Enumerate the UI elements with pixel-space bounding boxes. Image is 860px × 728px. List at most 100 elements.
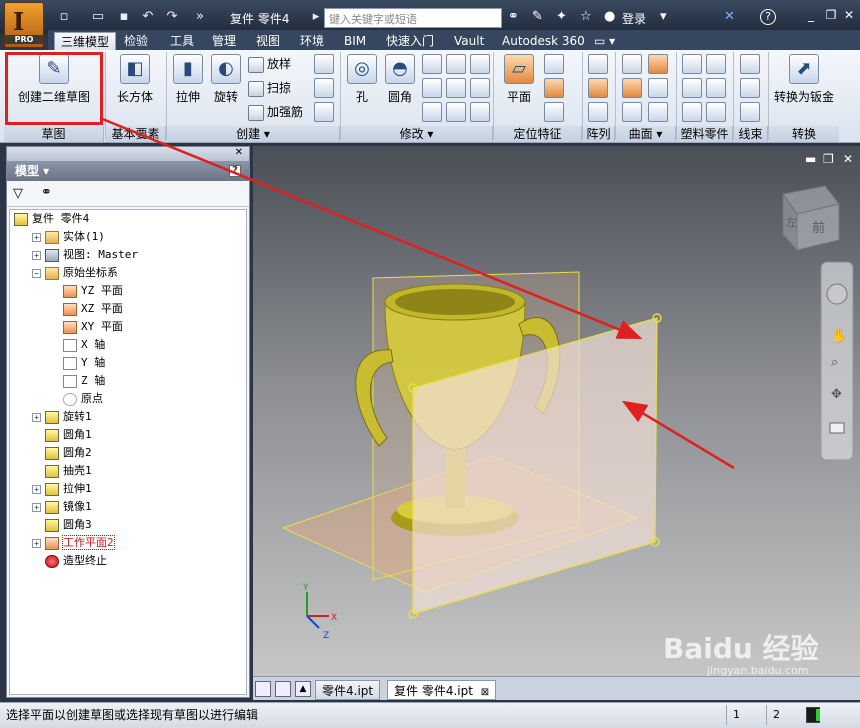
more-tools-icon[interactable]: » bbox=[192, 9, 208, 25]
steering-wheel-icon[interactable] bbox=[826, 283, 848, 305]
minimize-icon[interactable]: _ bbox=[804, 8, 818, 22]
sweep-button[interactable]: 扫掠 bbox=[248, 78, 291, 98]
doc-tab-part4[interactable]: 零件4.ipt bbox=[315, 680, 381, 700]
tab-manage[interactable]: 管理 bbox=[206, 32, 242, 50]
open-folder-icon[interactable]: ▭ bbox=[90, 9, 106, 25]
rest-icon[interactable] bbox=[682, 102, 702, 122]
tree-node[interactable]: − 原始坐标系 bbox=[32, 264, 118, 282]
revolve-button[interactable]: ◐ 旋转 bbox=[208, 52, 244, 105]
close-icon[interactable]: ✕ bbox=[842, 8, 856, 22]
find-binoculars-icon[interactable]: ⚭ bbox=[41, 185, 52, 200]
tree-node[interactable]: + 视图: Master bbox=[32, 246, 138, 264]
ruled-surface-icon[interactable] bbox=[648, 54, 668, 74]
tree-expander-icon[interactable]: + bbox=[32, 412, 41, 422]
orbit-icon[interactable]: ✥ bbox=[831, 387, 842, 402]
tree-node[interactable]: + 拉伸1 bbox=[32, 480, 92, 498]
satellite-icon[interactable]: ✦ bbox=[556, 9, 567, 24]
box-button[interactable]: ◧ 长方体 bbox=[110, 52, 160, 105]
dropdown-arrow-icon[interactable]: ▾ bbox=[660, 9, 667, 24]
mirror-icon[interactable] bbox=[588, 102, 608, 122]
snap-fit-icon[interactable] bbox=[706, 54, 726, 74]
circular-pattern-icon[interactable] bbox=[588, 78, 608, 98]
split-icon[interactable] bbox=[446, 78, 466, 98]
loft-button[interactable]: 放样 bbox=[248, 54, 291, 74]
tab-view[interactable]: 视图 bbox=[250, 32, 286, 50]
tab-autodesk-360[interactable]: Autodesk 360 bbox=[496, 32, 591, 50]
look-at-icon[interactable] bbox=[829, 422, 845, 434]
binoculars-icon[interactable]: ⚭ bbox=[508, 9, 519, 24]
restore-icon[interactable]: ❐ bbox=[824, 8, 838, 22]
tab-environments[interactable]: 环境 bbox=[294, 32, 330, 50]
derive-icon[interactable] bbox=[314, 102, 334, 122]
tab-list-icon[interactable]: ▲ bbox=[295, 681, 311, 697]
thread-icon[interactable] bbox=[446, 54, 466, 74]
redo-icon[interactable]: ↷ bbox=[164, 9, 180, 25]
work-axis-icon[interactable] bbox=[544, 54, 564, 74]
emboss-icon[interactable] bbox=[314, 78, 334, 98]
search-input[interactable]: 键入关键字或短语 bbox=[324, 8, 502, 28]
tab-inspect[interactable]: 检验 bbox=[118, 32, 154, 50]
chamfer-icon[interactable] bbox=[422, 54, 442, 74]
application-menu-button[interactable]: I PRO bbox=[4, 2, 44, 48]
tree-node[interactable]: XZ 平面 bbox=[50, 300, 123, 318]
tree-node[interactable]: 造型终止 bbox=[32, 552, 107, 570]
patch-icon[interactable] bbox=[622, 78, 642, 98]
thicken-icon[interactable] bbox=[470, 54, 490, 74]
stitch-icon[interactable] bbox=[622, 54, 642, 74]
lip-icon[interactable] bbox=[706, 102, 726, 122]
browser-close-icon[interactable]: ✕ bbox=[235, 147, 243, 158]
work-plane-button[interactable]: ▱ 平面 bbox=[500, 52, 538, 105]
user-icon[interactable]: ● bbox=[604, 9, 615, 24]
convert-to-sheet-metal-button[interactable]: ⬈ 转换为钣金 bbox=[772, 52, 836, 105]
tree-node[interactable]: + 镜像1 bbox=[32, 498, 92, 516]
rule-fillet-icon[interactable] bbox=[706, 78, 726, 98]
harness-create-icon[interactable] bbox=[740, 54, 760, 74]
doc-tab-copy-part4[interactable]: 复件 零件4.ipt ⊠ bbox=[387, 680, 497, 700]
tree-expander-icon[interactable]: + bbox=[32, 250, 41, 260]
help-icon[interactable]: ? bbox=[760, 9, 776, 25]
tile-windows-icon[interactable] bbox=[255, 681, 271, 697]
tree-node[interactable]: Y 轴 bbox=[50, 354, 105, 372]
draft-icon[interactable] bbox=[422, 102, 442, 122]
rib-button[interactable]: 加强筋 bbox=[248, 102, 303, 122]
browser-help-icon[interactable]: ? bbox=[229, 165, 241, 177]
doc-tab-close-icon[interactable]: ⊠ bbox=[481, 687, 489, 698]
tree-node[interactable]: + 工作平面2 bbox=[32, 534, 115, 552]
tree-node[interactable]: + 实体(1) bbox=[32, 228, 105, 246]
panel-toggle-icon[interactable]: ▭ ▾ bbox=[588, 32, 621, 50]
graphics-viewport[interactable]: ▬ ❐ ✕ 左 前 ✋ ⌕ ✥ Y X Z Baidu 经验 jingyan.b… bbox=[253, 146, 860, 676]
tab-3d-model[interactable]: 三维模型 bbox=[54, 32, 117, 50]
zoom-icon[interactable]: ⌕ bbox=[831, 355, 838, 370]
tree-node[interactable]: 圆角3 bbox=[32, 516, 92, 534]
work-point-icon[interactable] bbox=[544, 78, 564, 98]
viewcube[interactable]: 左 前 bbox=[782, 185, 840, 252]
tree-expander-icon[interactable]: + bbox=[32, 484, 41, 494]
hole-button[interactable]: ◎ 孔 bbox=[344, 52, 380, 105]
extrude-button[interactable]: ▮ 拉伸 bbox=[170, 52, 206, 105]
harness-segment-icon[interactable] bbox=[740, 102, 760, 122]
tree-expander-icon[interactable]: − bbox=[32, 268, 41, 278]
exchange-icon[interactable]: ✕ bbox=[724, 9, 735, 24]
pan-hand-icon[interactable]: ✋ bbox=[831, 328, 847, 344]
tree-node[interactable]: 抽壳1 bbox=[32, 462, 92, 480]
tree-node[interactable]: X 轴 bbox=[50, 336, 105, 354]
login-link[interactable]: 登录 bbox=[622, 10, 646, 27]
rectangular-pattern-icon[interactable] bbox=[588, 54, 608, 74]
tree-expander-icon[interactable]: + bbox=[32, 502, 41, 512]
tree-node[interactable]: + 旋转1 bbox=[32, 408, 92, 426]
tree-node[interactable]: XY 平面 bbox=[50, 318, 123, 336]
browser-title[interactable]: 模型 ▾ ? bbox=[7, 161, 249, 181]
wrench-icon[interactable]: ✎ bbox=[532, 9, 543, 24]
undo-icon[interactable]: ↶ bbox=[140, 9, 156, 25]
ucs-icon[interactable] bbox=[544, 102, 564, 122]
sculpt-icon[interactable] bbox=[648, 78, 668, 98]
tree-node[interactable]: 复件 零件4 bbox=[14, 210, 89, 228]
tab-vault[interactable]: Vault bbox=[448, 32, 490, 50]
tree-node[interactable]: 圆角2 bbox=[32, 444, 92, 462]
tab-bim[interactable]: BIM bbox=[338, 32, 372, 50]
fillet-button[interactable]: ◓ 圆角 bbox=[382, 52, 418, 105]
tree-expander-icon[interactable]: + bbox=[32, 538, 41, 548]
tree-node[interactable]: 圆角1 bbox=[32, 426, 92, 444]
tree-node[interactable]: Z 轴 bbox=[50, 372, 105, 390]
move-face-icon[interactable] bbox=[470, 78, 490, 98]
